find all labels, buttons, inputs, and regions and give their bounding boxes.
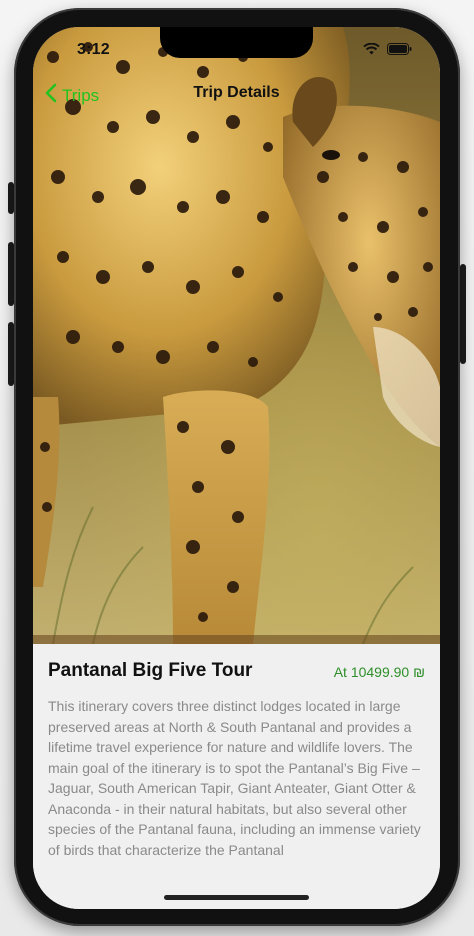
- device-stage: 3:12 Trips Trip Details Pantanal Big Fiv…: [0, 0, 474, 936]
- trip-description: This itinerary covers three distinct lod…: [48, 698, 421, 858]
- page-title: Trip Details: [193, 84, 280, 101]
- battery-icon: [387, 42, 412, 60]
- wifi-icon: [363, 42, 380, 60]
- trip-details-card: Pantanal Big Five Tour At 10499.90 ₪ Thi…: [33, 644, 440, 909]
- device-notch: [160, 27, 313, 58]
- status-icons: [363, 42, 412, 60]
- trip-title: Pantanal Big Five Tour: [48, 660, 253, 681]
- hero-image: [33, 27, 440, 644]
- status-time: 3:12: [77, 41, 110, 58]
- phone-screen: 3:12 Trips Trip Details Pantanal Big Fiv…: [33, 27, 440, 909]
- home-indicator[interactable]: [164, 895, 309, 900]
- power-button: [460, 264, 466, 364]
- trip-price: At 10499.90 ₪: [333, 664, 425, 680]
- jaguar-photo: [33, 27, 440, 644]
